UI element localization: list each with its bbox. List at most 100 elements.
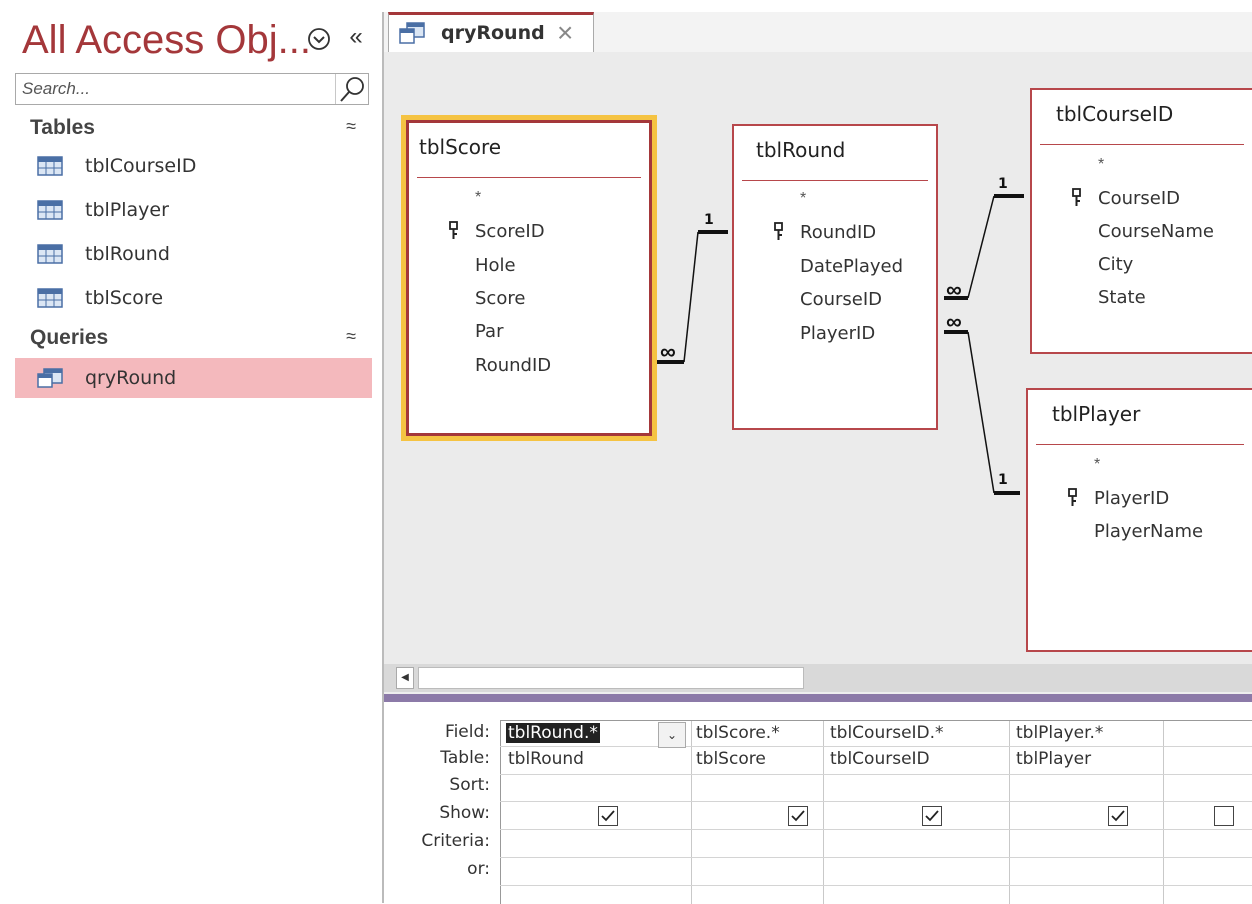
row-label-criteria: Criteria:	[421, 831, 490, 851]
grid-row-line	[500, 829, 1252, 830]
horizontal-scrollbar[interactable]: ◀	[384, 664, 1252, 692]
field-list-title: tblScore	[419, 135, 502, 159]
query-icon	[399, 22, 425, 44]
row-label-sort: Sort:	[449, 775, 490, 795]
table-icon	[37, 156, 63, 176]
table-icon	[37, 288, 63, 308]
collapse-group-icon[interactable]: ≈	[346, 116, 356, 137]
field-item[interactable]: CourseID	[800, 289, 882, 310]
key-icon	[1072, 188, 1081, 206]
show-checkbox[interactable]	[598, 806, 618, 826]
field-list-title: tblCourseID	[1056, 102, 1174, 126]
field-cell[interactable]: tblRound.*	[506, 723, 600, 743]
nav-item-tblcourseid[interactable]: tblCourseID	[15, 146, 372, 186]
grid-row-line	[500, 857, 1252, 858]
field-cell[interactable]: tblCourseID.*	[830, 723, 944, 743]
key-icon	[774, 222, 783, 240]
nav-item-label: tblCourseID	[85, 155, 197, 177]
all-fields-item[interactable]: *	[1098, 156, 1104, 174]
field-item[interactable]: City	[1098, 254, 1133, 275]
field-item[interactable]: DatePlayed	[800, 256, 903, 277]
divider	[1040, 144, 1244, 145]
search-icon[interactable]	[335, 74, 368, 104]
nav-item-tblplayer[interactable]: tblPlayer	[15, 190, 372, 230]
chevron-down-icon[interactable]: ⌄	[658, 722, 686, 748]
all-fields-item[interactable]: *	[1094, 456, 1100, 474]
group-label: Tables	[30, 116, 95, 139]
document-tab-strip: qryRound ×	[384, 12, 1252, 52]
collapse-group-icon[interactable]: ≈	[346, 326, 356, 347]
field-cell[interactable]: tblScore.*	[696, 723, 780, 743]
nav-pane-title[interactable]: All Access Obj...	[22, 18, 311, 63]
close-icon[interactable]: ×	[557, 17, 573, 49]
all-fields-item[interactable]: *	[475, 189, 481, 207]
nav-item-label: tblRound	[85, 243, 170, 265]
all-fields-item[interactable]: *	[800, 190, 806, 208]
nav-item-tblscore[interactable]: tblScore	[15, 278, 372, 318]
field-item[interactable]: State	[1098, 287, 1146, 308]
field-cell[interactable]: tblPlayer.*	[1016, 723, 1103, 743]
table-cell[interactable]: tblCourseID	[830, 749, 930, 769]
double-chevron-left-icon[interactable]: «	[344, 24, 368, 50]
row-label-or: or:	[467, 859, 490, 879]
field-list-tblround[interactable]: tblRound * RoundID DatePlayed CourseID P…	[732, 124, 938, 430]
field-item[interactable]: CourseID	[1098, 188, 1180, 209]
field-list-tblcourseid[interactable]: tblCourseID * CourseID CourseName City S…	[1030, 88, 1252, 354]
scrollbar-thumb[interactable]	[418, 667, 804, 689]
show-checkbox[interactable]	[1214, 806, 1234, 826]
field-item[interactable]: PlayerName	[1094, 521, 1203, 542]
field-list-tblscore[interactable]: tblScore * ScoreID Hole Score Par RoundI…	[401, 115, 657, 441]
field-item[interactable]: RoundID	[475, 355, 551, 376]
grid-column[interactable]	[1163, 721, 1252, 904]
one-symbol: 1	[998, 472, 1008, 488]
tab-label: qryRound	[441, 22, 545, 44]
table-icon	[37, 200, 63, 220]
grid-row-line	[500, 746, 1252, 747]
group-header-queries[interactable]: Queries ≈	[30, 326, 360, 356]
show-checkbox[interactable]	[922, 806, 942, 826]
table-pane[interactable]: ∞ 1 ∞ ∞ 1 1 tblScore * ScoreID Hole Scor…	[384, 52, 1252, 664]
nav-item-tblround[interactable]: tblRound	[15, 234, 372, 274]
grid-row-line	[500, 885, 1252, 886]
field-item[interactable]: Score	[475, 288, 525, 309]
one-symbol: 1	[998, 176, 1008, 192]
tab-qryround[interactable]: qryRound ×	[388, 12, 594, 52]
group-label: Queries	[30, 326, 109, 349]
join-line	[683, 231, 699, 363]
table-icon	[37, 244, 63, 264]
nav-item-label: tblPlayer	[85, 199, 169, 221]
field-list-title: tblRound	[756, 138, 846, 162]
join-line	[967, 331, 995, 494]
field-item[interactable]: CourseName	[1098, 221, 1214, 242]
row-label-show: Show:	[439, 803, 490, 823]
scroll-left-arrow-icon[interactable]: ◀	[396, 667, 414, 689]
show-checkbox[interactable]	[1108, 806, 1128, 826]
grid-row-line	[500, 801, 1252, 802]
query-design-view: qryRound × ∞ 1 ∞ ∞ 1 1 tblScore * ScoreI…	[382, 12, 1252, 904]
field-item[interactable]: Hole	[475, 255, 516, 276]
field-list-tblplayer[interactable]: tblPlayer * PlayerID PlayerName	[1026, 388, 1252, 652]
many-symbol: ∞	[660, 339, 676, 364]
field-item[interactable]: PlayerID	[800, 323, 875, 344]
search-input[interactable]	[18, 76, 344, 102]
table-cell[interactable]: tblPlayer	[1016, 749, 1091, 769]
field-item[interactable]: RoundID	[800, 222, 876, 243]
table-cell[interactable]: tblRound	[508, 749, 584, 769]
field-item[interactable]: PlayerID	[1094, 488, 1169, 509]
search-box	[15, 73, 369, 105]
divider	[417, 177, 641, 178]
circle-chevron-down-icon[interactable]	[306, 26, 332, 52]
pane-splitter[interactable]	[384, 694, 1252, 702]
key-icon	[1068, 488, 1077, 506]
group-header-tables[interactable]: Tables ≈	[30, 116, 360, 146]
nav-item-qryround[interactable]: qryRound	[15, 358, 372, 398]
show-checkbox[interactable]	[788, 806, 808, 826]
nav-item-label: qryRound	[85, 367, 177, 389]
field-list-title: tblPlayer	[1052, 402, 1141, 426]
design-grid: Field: Table: Sort: Show: Criteria: or: …	[384, 702, 1252, 904]
table-cell[interactable]: tblScore	[696, 749, 766, 769]
many-symbol: ∞	[946, 277, 962, 302]
row-label-field: Field:	[445, 722, 490, 742]
field-item[interactable]: Par	[475, 321, 503, 342]
field-item[interactable]: ScoreID	[475, 221, 545, 242]
